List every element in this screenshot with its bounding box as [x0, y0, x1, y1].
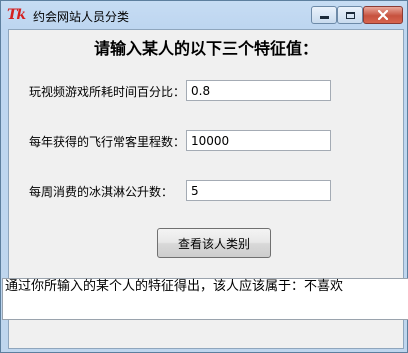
flyer-miles-label: 每年获得的飞行常客里程数： [29, 135, 186, 149]
game-time-label: 玩视频游戏所耗时间百分比： [29, 85, 186, 99]
result-text: 通过你所输入的某个人的特征得出，该人应该属于：不喜欢 [5, 279, 344, 294]
game-time-input[interactable] [186, 80, 331, 101]
window-title: 约会网站人员分类 [33, 10, 130, 24]
minimize-button[interactable] [311, 6, 337, 24]
title-bar[interactable]: Tk 约会网站人员分类 [1, 1, 407, 29]
close-icon [378, 10, 388, 20]
app-window: Tk 约会网站人员分类 请输入某人的以下三个特征值： 玩视频游戏所耗时间百分比：… [0, 0, 408, 353]
maximize-button[interactable] [337, 6, 363, 24]
result-text-area[interactable]: 通过你所输入的某个人的特征得出，该人应该属于：不喜欢 [2, 278, 408, 320]
maximize-icon [345, 11, 355, 19]
minimize-icon [319, 16, 329, 19]
close-button[interactable] [363, 6, 403, 24]
tk-feather-icon: Tk [7, 7, 26, 23]
ice-cream-input[interactable] [186, 180, 331, 201]
client-area: 请输入某人的以下三个特征值： 玩视频游戏所耗时间百分比： 每年获得的飞行常客里程… [2, 29, 408, 349]
view-category-button[interactable]: 查看该人类别 [157, 228, 271, 258]
form-heading: 请输入某人的以下三个特征值： [93, 39, 318, 58]
flyer-miles-input[interactable] [186, 130, 331, 151]
ice-cream-label: 每周消费的冰淇淋公升数： [29, 185, 174, 199]
